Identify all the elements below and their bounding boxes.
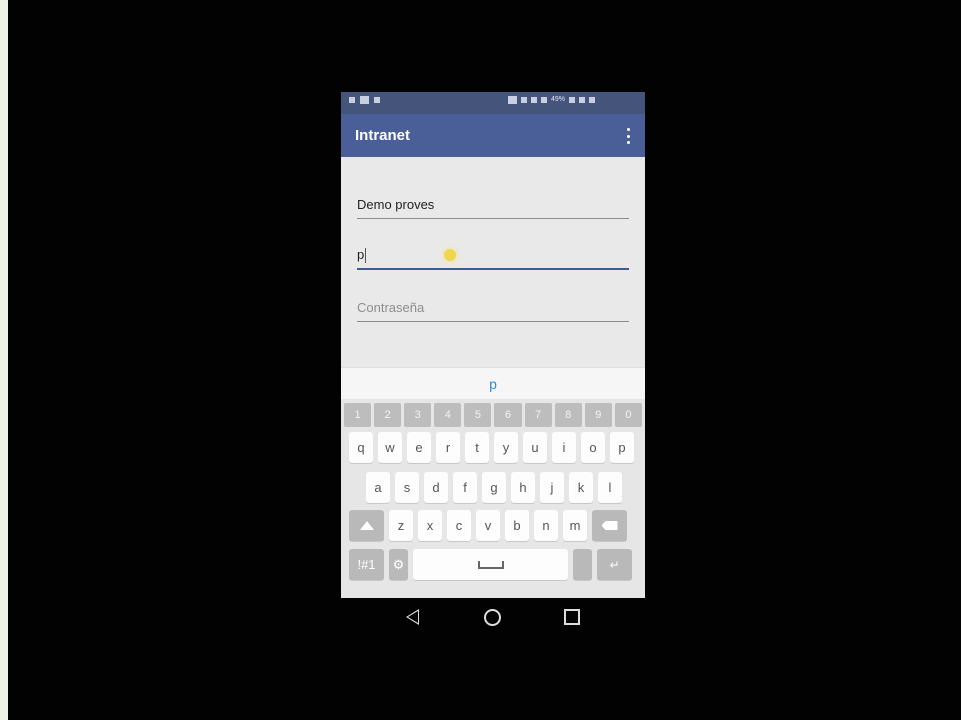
key-o[interactable]: o — [581, 432, 605, 463]
wifi-icon — [531, 97, 537, 103]
key-y[interactable]: y — [494, 432, 518, 463]
period-key[interactable] — [573, 549, 592, 580]
phone-screen: 49% Intranet Demo proves p Contraseña p … — [341, 92, 645, 598]
text-cursor — [365, 248, 367, 263]
key-e[interactable]: e — [407, 432, 431, 463]
symbols-key[interactable]: !#1 — [349, 549, 384, 580]
password-placeholder: Contraseña — [357, 300, 425, 315]
number-key[interactable]: 5 — [464, 403, 492, 427]
signal-icon — [541, 97, 547, 103]
key-f[interactable]: f — [453, 472, 477, 503]
number-key[interactable]: 1 — [344, 403, 372, 427]
key-j[interactable]: j — [540, 472, 564, 503]
user-field-underline — [357, 218, 629, 219]
key-r[interactable]: r — [436, 432, 460, 463]
enter-key[interactable]: ↵ — [597, 549, 632, 580]
key-s[interactable]: s — [395, 472, 419, 503]
back-button[interactable] — [401, 606, 423, 628]
home-button[interactable] — [481, 606, 503, 628]
touch-indicator — [444, 249, 456, 261]
number-key[interactable]: 9 — [584, 403, 612, 427]
suggestion-bar: p — [341, 367, 645, 400]
keyboard-row-1: q w e r t y u i o p — [349, 432, 634, 463]
key-q[interactable]: q — [349, 432, 373, 463]
number-key[interactable]: 4 — [434, 403, 462, 427]
number-key[interactable]: 0 — [614, 403, 642, 427]
message-icon — [360, 96, 369, 104]
user-field[interactable]: Demo proves — [357, 189, 629, 219]
app-title: Intranet — [355, 127, 411, 144]
second-field[interactable]: p — [357, 240, 629, 270]
number-key[interactable]: 8 — [554, 403, 582, 427]
battery-icon — [569, 97, 576, 103]
key-d[interactable]: d — [424, 472, 448, 503]
person-icon — [374, 97, 380, 103]
status-left-icons — [349, 96, 380, 104]
key-z[interactable]: z — [389, 510, 413, 541]
keyboard-row-4: !#1 ⚙ ↵ — [349, 549, 632, 580]
second-field-text: p — [357, 246, 365, 262]
status-bar: 49% — [341, 92, 645, 114]
shift-key[interactable] — [349, 510, 384, 541]
password-field[interactable]: Contraseña — [357, 292, 629, 322]
key-a[interactable]: a — [366, 472, 390, 503]
keyboard-row-3: z x c v b n m — [349, 510, 627, 541]
status-right-icons: 49% — [508, 96, 596, 104]
battery-percent: 49% — [551, 96, 566, 103]
key-v[interactable]: v — [476, 510, 500, 541]
enter-icon: ↵ — [609, 557, 620, 572]
password-field-underline — [357, 321, 629, 322]
key-m[interactable]: m — [563, 510, 587, 541]
screen-icon — [589, 97, 596, 103]
number-key[interactable]: 6 — [494, 403, 522, 427]
back-icon — [405, 609, 419, 625]
key-w[interactable]: w — [378, 432, 402, 463]
recent-apps-button[interactable] — [561, 606, 583, 628]
user-field-value: Demo proves — [357, 197, 435, 212]
number-key[interactable]: 3 — [404, 403, 432, 427]
key-n[interactable]: n — [534, 510, 558, 541]
number-key[interactable]: 7 — [524, 403, 552, 427]
key-k[interactable]: k — [569, 472, 593, 503]
backspace-icon — [601, 521, 618, 530]
shift-icon — [359, 521, 374, 530]
key-g[interactable]: g — [482, 472, 506, 503]
key-b[interactable]: b — [505, 510, 529, 541]
nfc-icon — [508, 96, 517, 104]
second-field-underline — [357, 268, 629, 270]
settings-icon: ⚙ — [392, 556, 405, 572]
second-field-value: p — [357, 246, 367, 263]
more-vert-icon[interactable] — [625, 128, 631, 144]
key-h[interactable]: h — [511, 472, 535, 503]
key-c[interactable]: c — [447, 510, 471, 541]
key-p[interactable]: p — [610, 432, 634, 463]
android-nav-bar — [341, 598, 645, 636]
notification-icon — [349, 97, 355, 103]
recent-apps-icon — [564, 609, 580, 625]
space-key[interactable] — [413, 549, 568, 580]
key-t[interactable]: t — [465, 432, 489, 463]
clock-icon — [579, 97, 586, 103]
keyboard: 1 2 3 4 5 6 7 8 9 0 q w e r t y u i o p … — [341, 399, 645, 598]
word-suggestion[interactable]: p — [341, 376, 645, 392]
key-l[interactable]: l — [598, 472, 622, 503]
sync-icon — [521, 97, 527, 103]
home-icon — [483, 608, 501, 626]
key-u[interactable]: u — [523, 432, 547, 463]
number-key[interactable]: 2 — [374, 403, 402, 427]
backspace-key[interactable] — [592, 510, 627, 541]
number-row: 1 2 3 4 5 6 7 8 9 0 — [344, 403, 642, 427]
settings-key[interactable]: ⚙ — [389, 549, 408, 580]
app-bar: Intranet — [341, 114, 645, 157]
space-icon — [477, 560, 504, 569]
keyboard-row-2: a s d f g h j k l — [366, 472, 622, 503]
key-x[interactable]: x — [418, 510, 442, 541]
key-i[interactable]: i — [552, 432, 576, 463]
